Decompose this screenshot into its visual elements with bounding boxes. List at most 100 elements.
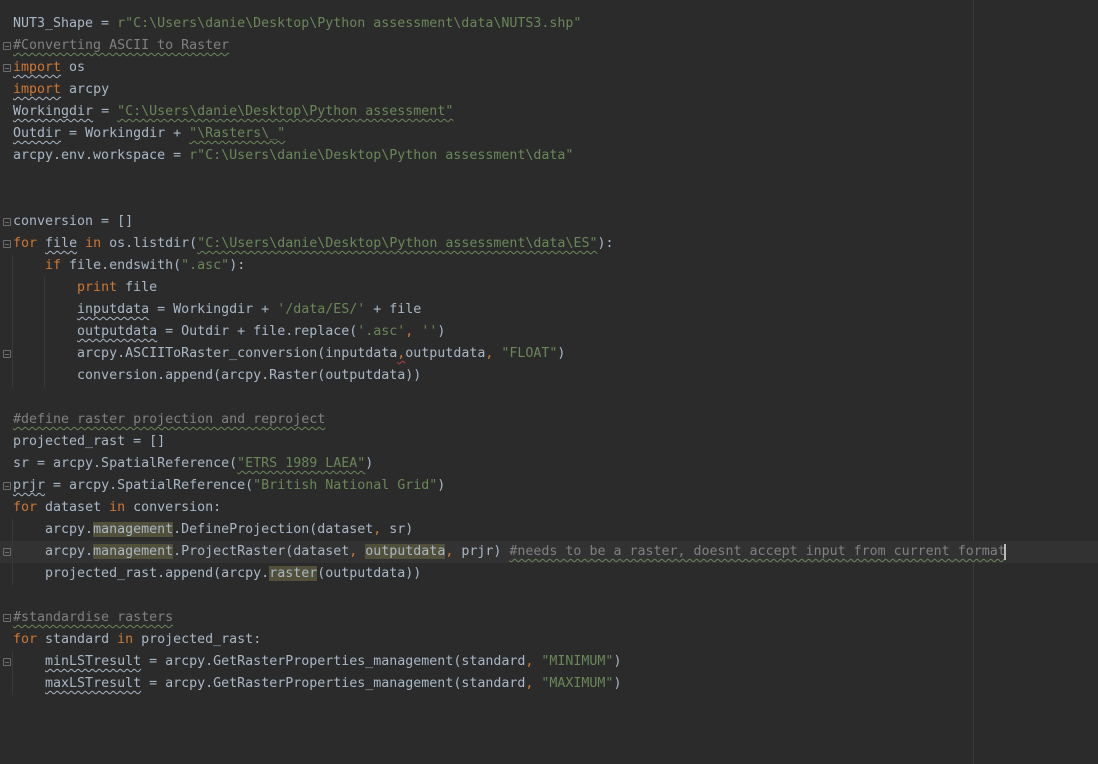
code-token: conversion: <box>125 500 222 515</box>
code-line[interactable]: inputdata = Workingdir + '/data/ES/' + f… <box>13 299 421 321</box>
right-margin-guide <box>973 0 974 764</box>
code-line[interactable]: Outdir = Workingdir + "\Rasters\_" <box>13 123 285 145</box>
code-line[interactable]: for standard in projected_rast: <box>13 629 261 651</box>
code-line[interactable]: Workingdir = "C:\Users\danie\Desktop\Pyt… <box>13 101 453 123</box>
code-token: , <box>445 544 462 559</box>
code-line[interactable]: arcpy.management.DefineProjection(datase… <box>13 519 413 541</box>
code-token: file <box>45 236 78 251</box>
code-editor[interactable]: NUT3_Shape = r"C:\Users\danie\Desktop\Py… <box>0 0 1098 764</box>
code-token: print <box>77 280 118 295</box>
code-token: conversion = [] <box>13 214 134 229</box>
code-token: arcpy <box>61 82 110 97</box>
code-token: if <box>45 258 62 273</box>
fold-toggle-icon[interactable] <box>3 240 11 248</box>
code-token: inputdata <box>77 302 150 317</box>
code-token: "MAXIMUM" <box>541 676 614 691</box>
code-token: outputdata <box>77 324 158 339</box>
code-line[interactable]: minLSTresult = arcpy.GetRasterProperties… <box>13 651 621 673</box>
code-line[interactable]: projected_rast.append(arcpy.raster(outpu… <box>13 563 421 585</box>
code-token: projected_rast = [] <box>13 434 166 449</box>
fold-toggle-icon[interactable] <box>3 482 11 490</box>
code-line[interactable]: projected_rast = [] <box>13 431 165 453</box>
code-token: .DefineProjection(dataset <box>173 522 374 537</box>
code-token: "\Rasters\_" <box>189 126 286 141</box>
code-line[interactable]: maxLSTresult = arcpy.GetRasterProperties… <box>13 673 621 695</box>
fold-toggle-icon[interactable] <box>3 350 11 358</box>
code-token: ) <box>437 478 446 493</box>
code-token: os.listdir( <box>101 236 198 251</box>
code-token: r"C:\Users\danie\Desktop\Python assessme… <box>117 16 582 31</box>
code-line[interactable]: for dataset in conversion: <box>13 497 221 519</box>
code-token: #needs to be a raster, doesnt accept inp… <box>509 544 1006 559</box>
code-line[interactable]: outputdata = Outdir + file.replace('.asc… <box>13 321 445 343</box>
code-line[interactable]: arcpy.management.ProjectRaster(dataset, … <box>13 541 1006 563</box>
code-line[interactable]: print file <box>13 277 157 299</box>
code-token: "MINIMUM" <box>541 654 614 669</box>
code-line[interactable]: prjr = arcpy.SpatialReference("British N… <box>13 475 445 497</box>
code-token: ) <box>613 676 622 691</box>
code-token: (outputdata)) <box>317 566 422 581</box>
code-token: for <box>13 236 38 251</box>
code-line[interactable]: #Converting ASCII to Raster <box>13 35 229 57</box>
code-token: dataset <box>37 500 110 515</box>
code-token: prjr) <box>461 544 510 559</box>
code-token: sr) <box>389 522 414 537</box>
code-token: arcpy.ASCIIToRaster_conversion(inputdata <box>13 346 398 361</box>
code-line[interactable]: arcpy.ASCIIToRaster_conversion(inputdata… <box>13 343 565 365</box>
code-token: for <box>13 632 38 647</box>
fold-toggle-icon[interactable] <box>3 548 11 556</box>
fold-toggle-icon[interactable] <box>3 658 11 666</box>
fold-toggle-icon[interactable] <box>3 614 11 622</box>
code-line[interactable]: sr = arcpy.SpatialReference("ETRS 1989 L… <box>13 453 373 475</box>
code-line[interactable]: conversion.append(arcpy.Raster(outputdat… <box>13 365 421 387</box>
code-token: in <box>117 632 134 647</box>
code-token: = arcpy.SpatialReference( <box>45 478 254 493</box>
code-token: outputdata <box>365 544 446 559</box>
code-token: import <box>13 82 62 97</box>
code-line[interactable]: for file in os.listdir("C:\Users\danie\D… <box>13 233 613 255</box>
code-line[interactable]: import arcpy <box>13 79 109 101</box>
fold-toggle-icon[interactable] <box>3 64 11 72</box>
code-token: file <box>117 280 158 295</box>
code-token: , <box>525 676 542 691</box>
code-token: for <box>13 500 38 515</box>
code-line[interactable]: NUT3_Shape = r"C:\Users\danie\Desktop\Py… <box>13 13 581 35</box>
code-line[interactable]: arcpy.env.workspace = r"C:\Users\danie\D… <box>13 145 573 167</box>
code-token: outputdata <box>405 346 486 361</box>
code-token: ) <box>365 456 374 471</box>
code-token: , <box>349 544 366 559</box>
fold-toggle-icon[interactable] <box>3 218 11 226</box>
code-token: "FLOAT" <box>501 346 558 361</box>
code-line[interactable]: conversion = [] <box>13 211 133 233</box>
code-line[interactable]: #define raster projection and reproject <box>13 409 325 431</box>
code-token: #define raster projection and reproject <box>13 412 326 427</box>
code-line[interactable]: #standardise rasters <box>13 607 173 629</box>
code-token: , <box>525 654 542 669</box>
code-token: arcpy. <box>13 522 94 537</box>
code-token: minLSTresult <box>45 654 142 669</box>
code-line[interactable]: import os <box>13 57 85 79</box>
code-token: '/data/ES/' <box>277 302 366 317</box>
code-token: .ProjectRaster(dataset <box>173 544 350 559</box>
code-token: conversion.append(arcpy.Raster(outputdat… <box>13 368 422 383</box>
code-token: = <box>93 104 118 119</box>
fold-toggle-icon[interactable] <box>3 42 11 50</box>
code-line[interactable]: if file.endswith(".asc"): <box>13 255 245 277</box>
code-token: NUT3_Shape = <box>13 16 118 31</box>
code-token: ) <box>613 654 622 669</box>
code-token: Workingdir <box>13 104 94 119</box>
code-token: in <box>109 500 126 515</box>
code-token: "ETRS 1989 LAEA" <box>237 456 366 471</box>
code-token: , <box>485 346 502 361</box>
code-token: "C:\Users\danie\Desktop\Python assessmen… <box>197 236 598 251</box>
code-token: = arcpy.GetRasterProperties_management(s… <box>141 676 526 691</box>
code-token: "British National Grid" <box>253 478 438 493</box>
code-token: = Workingdir + <box>149 302 278 317</box>
code-token: projected_rast.append(arcpy. <box>13 566 270 581</box>
code-token: "C:\Users\danie\Desktop\Python assessmen… <box>117 104 454 119</box>
